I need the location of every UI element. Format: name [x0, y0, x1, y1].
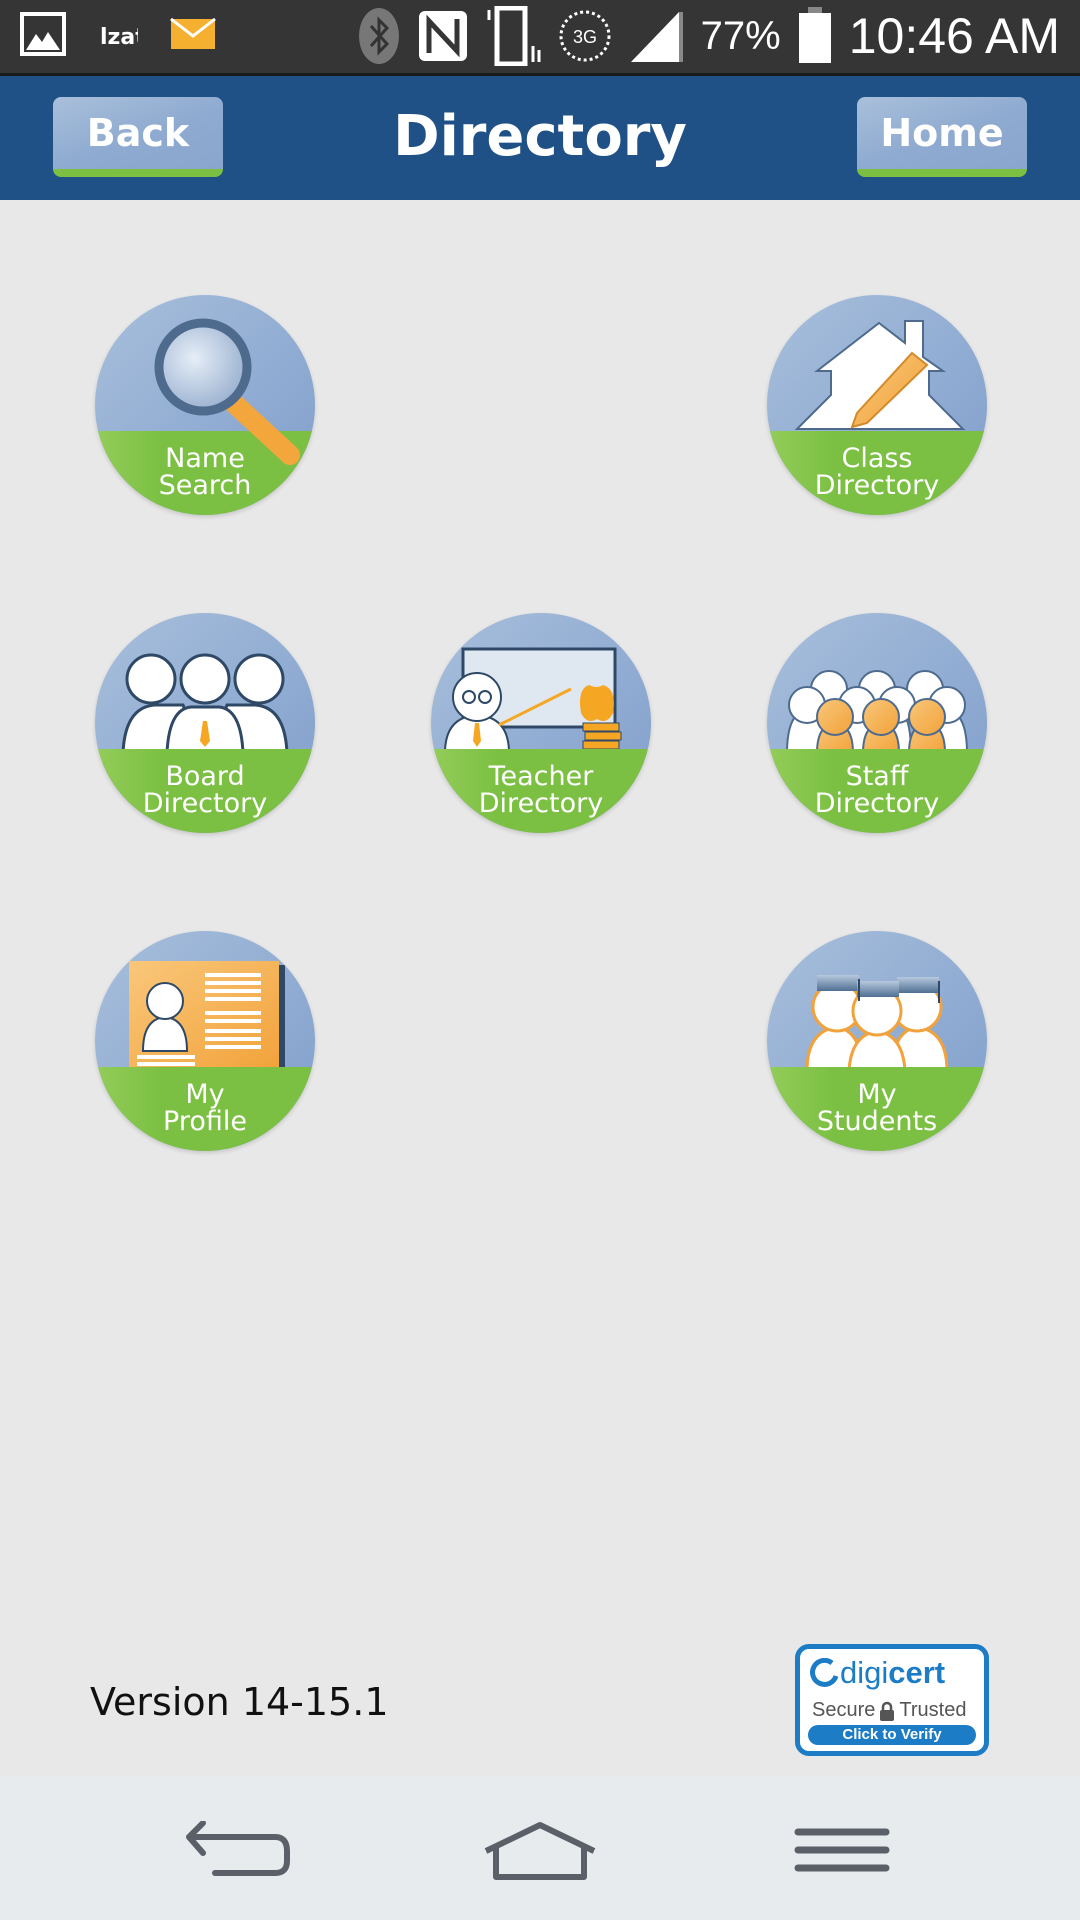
tile-staff-directory[interactable]: Staff Directory	[767, 613, 987, 833]
profile-card-icon	[129, 961, 285, 1071]
tile-class-directory[interactable]: Class Directory	[767, 295, 987, 515]
tile-label: Name Search	[158, 443, 252, 501]
gallery-icon	[20, 12, 66, 56]
tile-board-directory[interactable]: Board Directory	[95, 613, 315, 833]
back-nav-icon	[186, 1821, 290, 1876]
app-header: Back Directory Home	[0, 76, 1080, 200]
vibrate-icon	[487, 6, 541, 66]
home-button[interactable]: Home	[857, 97, 1027, 177]
digicert-seal[interactable]: digi cert Secure Trusted Click to Verify	[795, 1644, 989, 1756]
tile-my-profile[interactable]: My Profile	[95, 931, 315, 1151]
tile-label: My Students	[816, 1079, 938, 1137]
3g-icon: 3G	[559, 10, 611, 62]
tile-label: Staff Directory	[814, 761, 940, 819]
email-icon	[170, 18, 216, 49]
digicert-swirl-icon	[810, 1658, 839, 1687]
digicert-secure-trusted: Secure Trusted	[812, 1699, 967, 1721]
svg-text:3G: 3G	[573, 27, 597, 47]
graduates-icon	[805, 975, 949, 1073]
version-label: Version 14-15.1	[90, 1680, 389, 1724]
menu-nav-icon	[794, 1828, 890, 1872]
tile-teacher-directory[interactable]: Teacher Directory	[431, 613, 651, 833]
lock-icon	[880, 1701, 895, 1721]
signal-icon	[630, 12, 683, 62]
click-to-verify-button[interactable]: Click to Verify	[808, 1725, 976, 1745]
system-nav-bar	[0, 1776, 1080, 1920]
app-notification-icon: lzat	[100, 25, 138, 50]
nfc-icon	[418, 11, 467, 61]
battery-percent: 77%	[700, 13, 781, 58]
tile-label: Board Directory	[142, 761, 268, 819]
nav-menu-button[interactable]	[782, 1816, 902, 1886]
tile-label: Class Directory	[814, 443, 940, 501]
svg-text:lzat: lzat	[100, 25, 138, 50]
staff-group-icon	[785, 670, 969, 754]
battery-icon	[798, 7, 831, 63]
bluetooth-icon	[358, 8, 399, 64]
tile-label: Teacher Directory	[478, 761, 604, 819]
digicert-logo: digi cert	[810, 1655, 945, 1691]
clock: 10:46 AM	[848, 8, 1060, 64]
nav-back-button[interactable]	[178, 1816, 298, 1886]
nav-home-button[interactable]	[480, 1816, 600, 1886]
tile-my-students[interactable]: My Students	[767, 931, 987, 1151]
board-members-icon	[121, 653, 289, 755]
tile-name-search[interactable]: Name Search	[95, 295, 315, 515]
status-bar: lzat 3G 77% 10:46 AM	[0, 0, 1080, 76]
home-nav-icon	[484, 1822, 596, 1880]
tile-label: My Profile	[163, 1079, 247, 1137]
